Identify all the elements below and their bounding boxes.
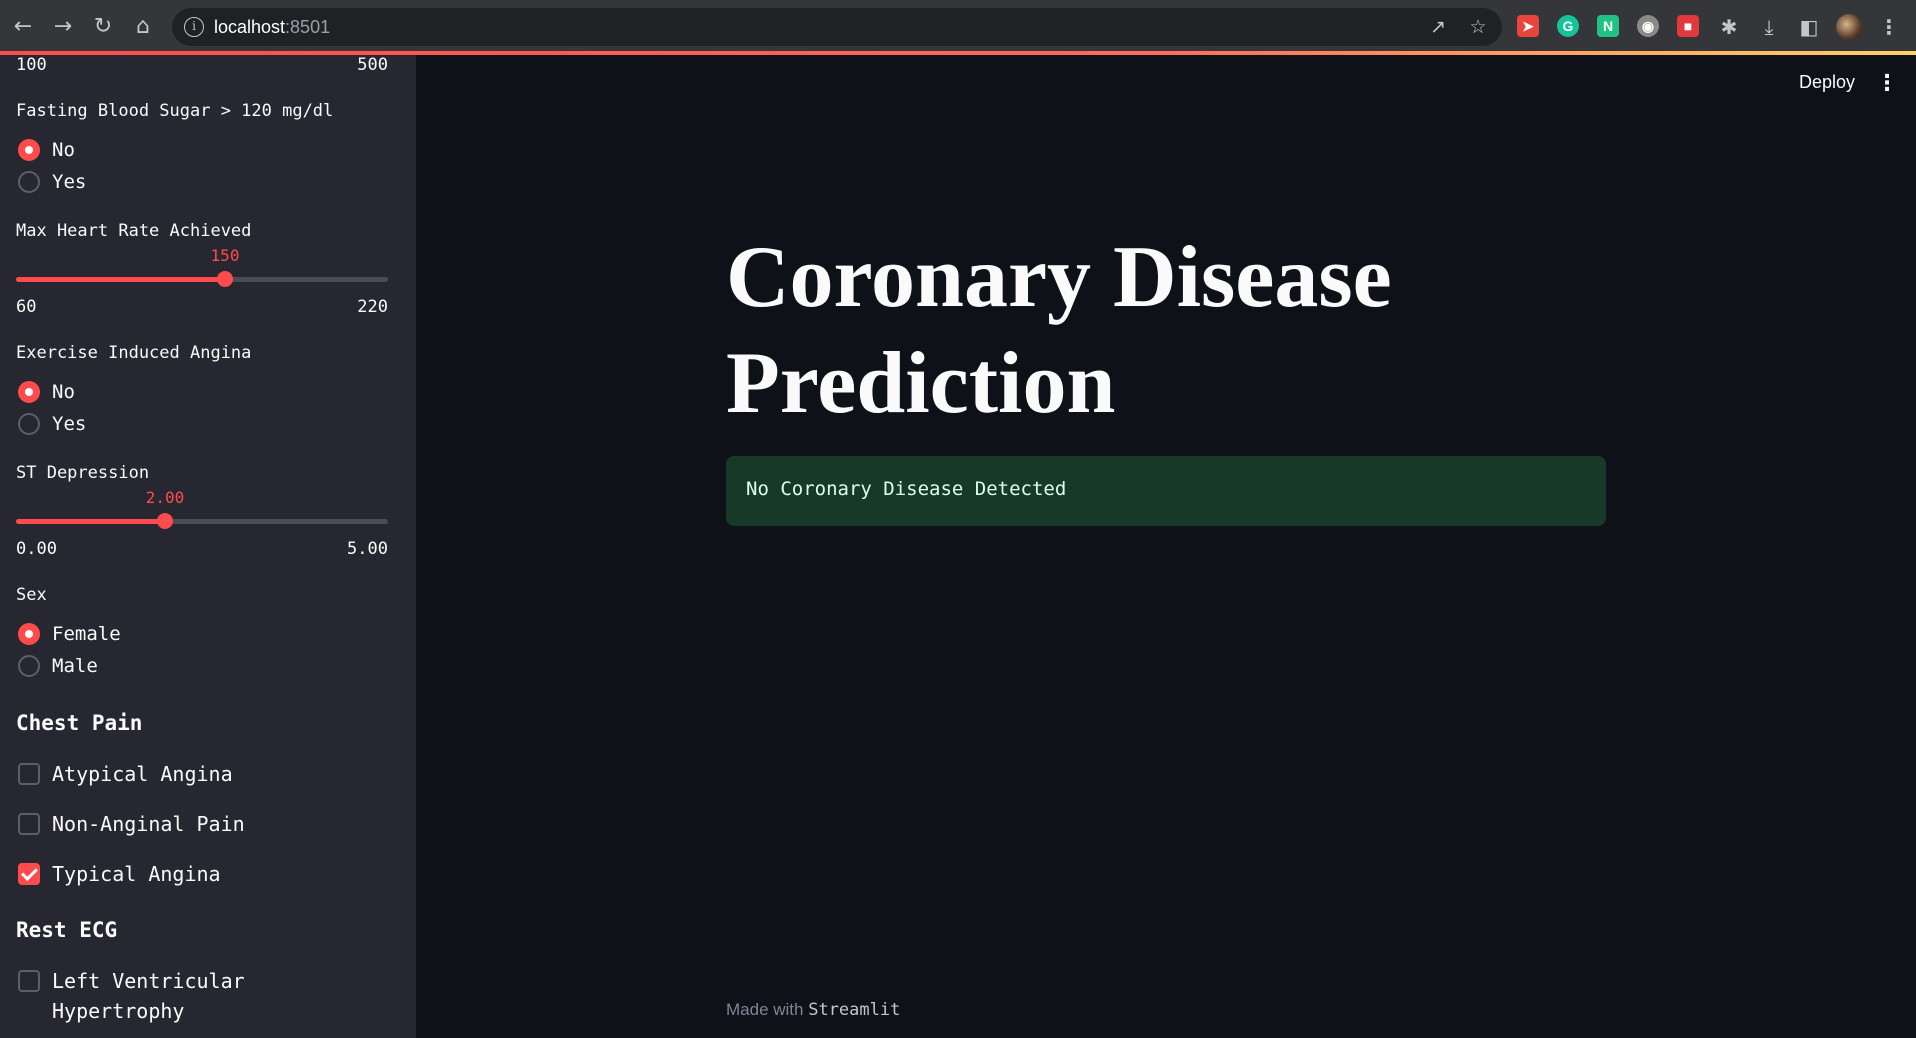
slider-fill [16,277,225,282]
checkbox-checked-box[interactable] [18,863,40,885]
footer-prefix: Made with [726,1000,804,1019]
url-host: localhost [214,17,286,37]
notion-extension-icon[interactable]: N [1597,15,1619,37]
result-success-alert: No Coronary Disease Detected [726,456,1606,526]
side-panel-icon[interactable]: ◧ [1796,13,1822,41]
exang-radio-yes[interactable]: Yes [18,411,86,437]
fasting-blood-sugar-label: Fasting Blood Sugar > 120 mg/dl [16,101,334,121]
share-icon[interactable]: ↗ [1426,15,1450,39]
fbs-radio-no[interactable]: No [18,137,75,163]
checkbox-non-anginal-pain[interactable]: Non-Anginal Pain [18,812,245,839]
address-url[interactable]: localhost:8501 [214,17,330,38]
footer: Made with Streamlit [726,1000,900,1020]
bookmark-star-icon[interactable]: ☆ [1466,15,1490,39]
reload-icon[interactable]: ↻ [88,12,118,42]
checkbox-typical-angina[interactable]: Typical Angina [18,862,221,889]
extensions-icon[interactable]: ✱ [1716,13,1742,41]
checkbox-left-ventricular-hypertrophy[interactable]: Left Ventricular Hypertrophy [18,969,278,1026]
deploy-button[interactable]: Deploy [1799,72,1855,93]
checkbox-box[interactable] [18,970,40,992]
checkbox-box[interactable] [18,763,40,785]
forward-icon[interactable]: → [48,12,78,42]
address-bar[interactable]: i localhost:8501 ↗ ☆ [172,8,1502,46]
sidebar: 100 500 Fasting Blood Sugar > 120 mg/dl … [0,55,416,1038]
sex-radio-female[interactable]: Female [18,621,121,647]
main-menu-icon[interactable]: ⋮ [1876,71,1898,96]
checkbox-label: Non-Anginal Pain [52,812,245,836]
footer-streamlit-link[interactable]: Streamlit [808,1000,900,1020]
max-heart-rate-value: 150 [210,246,240,265]
home-icon[interactable]: ⌂ [128,12,158,42]
radio-label: No [52,381,75,403]
chrome-menu-icon[interactable]: ⋮ [1876,13,1902,41]
rocket-extension-icon[interactable]: ➤ [1517,15,1539,37]
radio-indicator[interactable] [18,171,40,193]
main-content: Deploy ⋮ Coronary Disease Prediction No … [416,55,1916,1038]
slider-thumb[interactable] [217,271,233,287]
st-depression-min: 0.00 [16,539,57,559]
radio-selected-indicator[interactable] [18,623,40,645]
radio-label: Yes [52,413,87,435]
url-port: :8501 [285,17,331,37]
result-text: No Coronary Disease Detected [746,478,1067,500]
radio-label: No [52,139,75,161]
back-icon[interactable]: ← [8,12,38,42]
download-icon[interactable]: ⤓ [1756,13,1782,41]
max-heart-rate-label: Max Heart Rate Achieved [16,221,252,241]
cholesterol-slider-max: 500 [357,55,388,75]
st-depression-max: 5.00 [347,539,388,559]
st-depression-label: ST Depression [16,463,150,483]
radio-indicator[interactable] [18,413,40,435]
radio-indicator[interactable] [18,655,40,677]
sex-radio-male[interactable]: Male [18,653,98,679]
max-heart-rate-max: 220 [357,297,388,317]
radio-label: Female [52,623,121,645]
checkbox-box[interactable] [18,813,40,835]
owl-extension-icon[interactable]: ◉ [1637,15,1659,37]
checkbox-label: Atypical Angina [52,762,233,786]
radio-label: Male [52,655,98,677]
rest-ecg-heading: Rest ECG [16,918,118,942]
radio-label: Yes [52,171,87,193]
profile-avatar[interactable] [1836,14,1862,40]
chest-pain-heading: Chest Pain [16,711,143,735]
max-heart-rate-min: 60 [16,297,37,317]
site-info-icon[interactable]: i [184,17,204,37]
radio-selected-indicator[interactable] [18,381,40,403]
checkbox-label: Typical Angina [52,862,221,886]
checkbox-label: Left Ventricular Hypertrophy [52,969,245,1023]
slider-fill [16,519,165,524]
red-extension-icon[interactable]: ■ [1677,15,1699,37]
st-depression-value: 2.00 [145,488,185,507]
cholesterol-slider-min: 100 [16,55,47,75]
exang-radio-no[interactable]: No [18,379,75,405]
st-depression-slider[interactable] [16,513,388,529]
sex-label: Sex [16,585,47,605]
browser-toolbar: ← → ↻ ⌂ i localhost:8501 ↗ ☆ ➤ G N ◉ ■ ✱… [0,0,1916,54]
fbs-radio-yes[interactable]: Yes [18,169,86,195]
radio-selected-indicator[interactable] [18,139,40,161]
exercise-angina-label: Exercise Induced Angina [16,343,252,363]
page-title: Coronary Disease Prediction [726,229,1392,432]
slider-thumb[interactable] [157,513,173,529]
checkbox-atypical-angina[interactable]: Atypical Angina [18,762,233,789]
grammarly-extension-icon[interactable]: G [1557,15,1579,37]
max-heart-rate-slider[interactable] [16,271,388,287]
